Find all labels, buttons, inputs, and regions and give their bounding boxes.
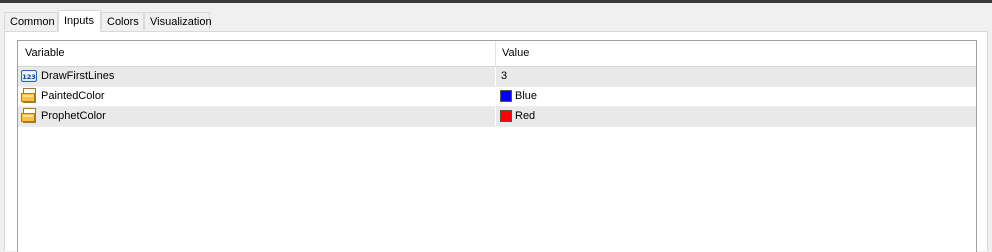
variable-value[interactable]: Blue [515, 87, 537, 106]
inputs-grid: Variable Value 123 DrawFirstLines 3 Pain… [17, 40, 977, 252]
column-header-variable[interactable]: Variable [18, 41, 496, 66]
table-row[interactable]: PaintedColor Blue [18, 87, 976, 107]
value-cell[interactable]: Blue [496, 87, 976, 106]
integer-icon: 123 [21, 70, 37, 82]
color-input-icon [21, 88, 36, 103]
variable-cell: PaintedColor [18, 87, 496, 106]
window-top-border [0, 0, 992, 3]
variable-name: ProphetColor [41, 110, 106, 122]
table-row[interactable]: ProphetColor Red [18, 107, 976, 127]
color-swatch-red [500, 110, 512, 122]
tab-inputs[interactable]: Inputs [58, 10, 101, 32]
tab-visualization[interactable]: Visualization [144, 12, 212, 30]
inputs-panel: Variable Value 123 DrawFirstLines 3 Pain… [4, 31, 988, 252]
variable-value[interactable]: 3 [501, 67, 507, 86]
value-cell[interactable]: 3 [496, 67, 976, 86]
tab-colors[interactable]: Colors [101, 12, 144, 30]
table-row[interactable]: 123 DrawFirstLines 3 [18, 67, 976, 87]
grid-header: Variable Value [18, 41, 976, 67]
value-cell[interactable]: Red [496, 107, 976, 126]
variable-value[interactable]: Red [515, 107, 535, 126]
variable-cell: ProphetColor [18, 107, 496, 126]
color-swatch-blue [500, 90, 512, 102]
variable-name: DrawFirstLines [41, 70, 115, 82]
variable-name: PaintedColor [41, 90, 105, 102]
tab-common[interactable]: Common [4, 12, 58, 30]
svg-text:123: 123 [22, 73, 36, 81]
column-header-value[interactable]: Value [496, 41, 976, 66]
color-input-icon [21, 108, 36, 123]
variable-cell: 123 DrawFirstLines [18, 67, 496, 86]
tab-strip: Common Inputs Colors Visualization [4, 10, 988, 32]
